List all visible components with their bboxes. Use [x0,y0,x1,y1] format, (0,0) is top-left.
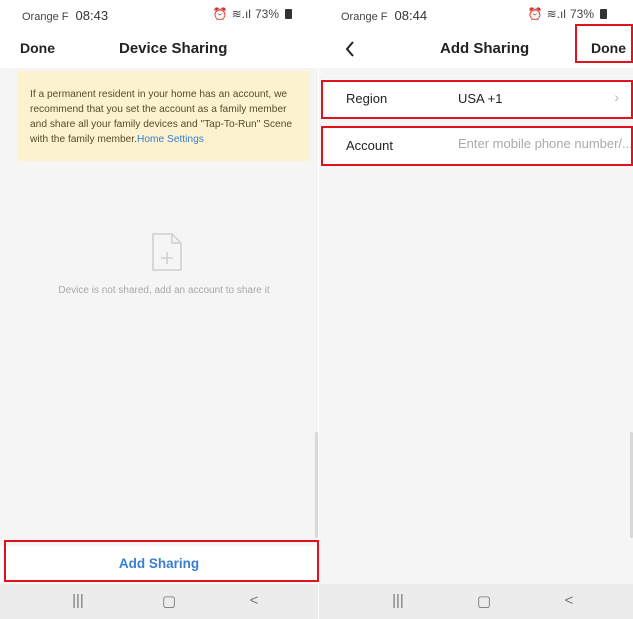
recent-apps-icon[interactable]: ||| [66,592,90,612]
chevron-left-icon[interactable] [345,41,355,57]
done-button[interactable]: Done [20,40,55,56]
header-bar: Done Device Sharing [0,30,318,68]
region-value: USA +1 [458,91,503,106]
battery-icon [285,9,292,19]
battery-percent: 73% [254,7,279,21]
system-navigation-bar: ||| ▢ < [0,584,318,619]
recent-apps-icon[interactable]: ||| [386,592,410,612]
account-input[interactable] [456,135,633,152]
device-sharing-screen: Orange F 08:43 ⏰ ≋.ıl 73% Done Device Sh… [0,0,318,619]
status-bar: Orange F 08:44 ⏰ ≋.ıl 73% [319,0,633,30]
status-bar: Orange F 08:43 ⏰ ≋.ıl 73% [0,0,318,30]
account-row[interactable]: Account [322,126,633,166]
carrier-label: Orange F 08:43 [22,8,109,23]
status-time: 08:44 [394,8,428,23]
home-icon[interactable]: ▢ [472,592,496,612]
page-title: Add Sharing [440,40,530,57]
status-icons: ⏰ ≋.ıl 73% [528,7,607,21]
battery-icon [600,9,607,19]
scroll-indicator [315,432,318,538]
header-bar: Add Sharing Done [319,30,633,68]
wifi-signal-icon: ≋.ıl [231,7,251,21]
account-label: Account [346,138,393,153]
page-title: Device Sharing [119,40,228,57]
region-row[interactable]: Region USA +1 › [322,79,633,119]
wifi-signal-icon: ≋.ıl [546,7,566,21]
file-plus-icon [152,233,182,271]
system-navigation-bar: ||| ▢ < [319,584,633,619]
carrier-label: Orange F 08:44 [341,8,428,23]
empty-state-message: Device is not shared, add an account to … [58,285,270,296]
alarm-icon: ⏰ [212,7,228,21]
chevron-right-icon: › [614,89,619,105]
status-time: 08:43 [75,8,109,23]
done-button[interactable]: Done [591,40,626,56]
alarm-icon: ⏰ [527,7,543,21]
status-icons: ⏰ ≋.ıl 73% [213,7,292,21]
back-icon[interactable]: < [242,592,266,612]
add-sharing-screen: Orange F 08:44 ⏰ ≋.ıl 73% Add Sharing Do… [319,0,633,619]
add-sharing-button[interactable]: Add Sharing [0,546,318,582]
home-settings-link[interactable]: Home Settings [137,134,204,145]
family-member-banner: If a permanent resident in your home has… [18,71,310,161]
back-icon[interactable]: < [557,592,581,612]
region-label: Region [346,91,388,106]
home-icon[interactable]: ▢ [157,592,181,612]
battery-percent: 73% [569,7,594,21]
